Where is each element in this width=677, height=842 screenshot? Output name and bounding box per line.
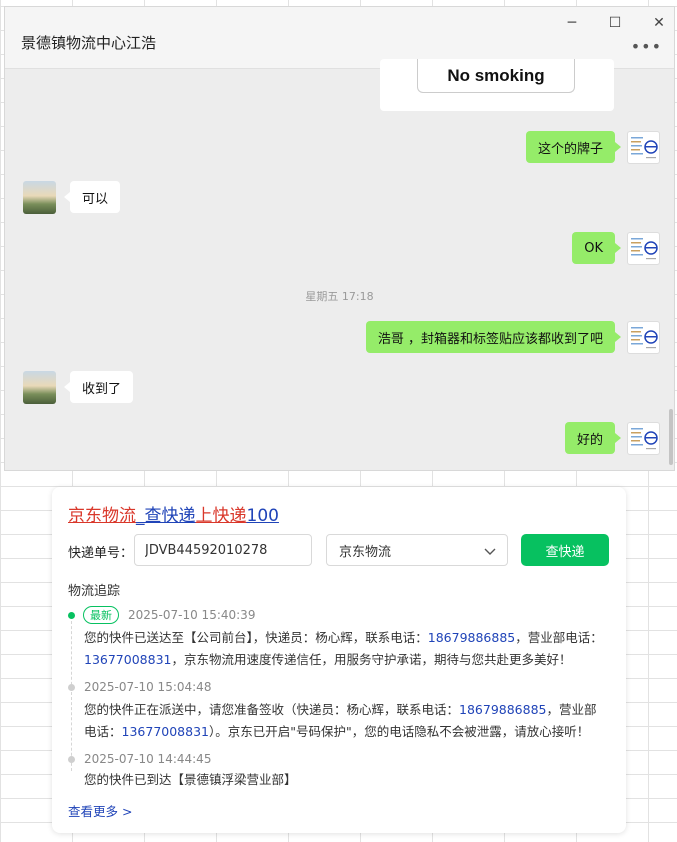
contact-avatar[interactable] xyxy=(23,371,56,404)
tracking-number-label: 快递单号： xyxy=(68,546,134,561)
event-description: 您的快件已送达至【公司前台】，快递员：杨心辉，联系电话：18679886885，… xyxy=(84,627,608,671)
event-description: 您的快件正在派送中，请您准备签收（快递员：杨心辉，联系电话：1867988688… xyxy=(84,699,608,743)
courier-phone-link[interactable]: 18679886885 xyxy=(459,702,546,717)
event-text: ）。京东已开启"号码保护"，您的电话隐私不会被泄露，请放心接听！ xyxy=(209,724,590,739)
tracking-number-input[interactable] xyxy=(134,534,312,566)
event-text: 您的快件正在派送中，请您准备签收（快递员：杨心辉，联系电话： xyxy=(84,702,460,717)
timeline-dot xyxy=(68,756,75,763)
more-options-icon[interactable]: ••• xyxy=(631,37,662,56)
message-bubble-self[interactable]: 这个的牌子 xyxy=(525,131,622,163)
chat-scrollbar[interactable] xyxy=(669,409,673,465)
title-part-jd[interactable]: 京东物流 xyxy=(68,506,136,526)
message-timestamp: 星期五 17:18 xyxy=(305,290,374,303)
title-part-100[interactable]: 100 xyxy=(247,506,279,526)
latest-badge: 最新 xyxy=(83,606,119,624)
chevron-down-icon xyxy=(484,548,496,555)
maximize-button[interactable]: ☐ xyxy=(603,11,627,35)
event-description: 您的快件已到达【景德镇浮梁营业部】 xyxy=(84,772,297,787)
courier-phone-link[interactable]: 18679886885 xyxy=(428,630,515,645)
minimize-button[interactable]: ─ xyxy=(560,11,584,35)
branch-phone-link[interactable]: 13677008831 xyxy=(122,724,209,739)
message-bubble-contact[interactable]: 收到了 xyxy=(63,371,134,403)
close-button[interactable]: ✕ xyxy=(647,11,671,35)
event-time: 2025-07-10 15:40:39 xyxy=(128,608,256,622)
event-time: 2025-07-10 14:44:45 xyxy=(84,752,212,766)
message-bubble-self[interactable]: OK xyxy=(572,232,621,264)
event-time: 2025-07-10 15:04:48 xyxy=(84,680,212,694)
courier-select[interactable]: 京东物流 xyxy=(326,534,508,566)
branch-phone-link[interactable]: 13677008831 xyxy=(84,652,171,667)
express-tracking-card: 京东物流_查快递上快递100 快递单号： 京东物流 查快递 物流追踪 最新 20… xyxy=(52,487,626,833)
no-smoking-sign: No smoking xyxy=(417,59,575,93)
image-message-card[interactable]: No smoking xyxy=(380,59,614,111)
chat-window: 景德镇物流中心江浩 ─ ☐ ✕ ••• No smoking 这个的牌子 可以 xyxy=(4,6,675,471)
timeline-dot xyxy=(68,684,75,691)
self-avatar[interactable] xyxy=(627,131,660,164)
title-part-shang[interactable]: 上 xyxy=(196,506,213,526)
message-bubble-self[interactable]: 好的 xyxy=(564,422,622,454)
title-part-query[interactable]: 查快递 xyxy=(145,506,196,526)
card-title[interactable]: 京东物流_查快递上快递100 xyxy=(68,501,279,526)
event-text: ，营业部电话： xyxy=(515,630,603,645)
chat-title: 景德镇物流中心江浩 xyxy=(21,34,157,52)
timeline-dot-latest xyxy=(68,612,75,619)
title-part-kuaidi[interactable]: 快递 xyxy=(213,506,247,526)
tracking-heading: 物流追踪 xyxy=(68,584,121,599)
self-avatar[interactable] xyxy=(627,232,660,265)
view-more-link[interactable]: 查看更多 > xyxy=(68,801,132,820)
event-text: ，京东物流用速度传递信任，用服务守护承诺，期待与您共赴更多美好！ xyxy=(171,652,572,667)
message-bubble-self[interactable]: 浩哥 ，封箱器和标签贴应该都收到了吧 xyxy=(365,321,622,353)
title-part-underscore[interactable]: _ xyxy=(136,506,145,526)
timeline-line xyxy=(71,621,72,771)
contact-avatar[interactable] xyxy=(23,181,56,214)
message-list: No smoking 这个的牌子 可以 OK 星期五 17:18 浩哥 ，封箱器… xyxy=(5,59,674,470)
self-avatar[interactable] xyxy=(627,422,660,455)
courier-select-value: 京东物流 xyxy=(339,544,392,560)
self-avatar[interactable] xyxy=(627,321,660,354)
message-bubble-contact[interactable]: 可以 xyxy=(63,181,121,213)
query-express-button[interactable]: 查快递 xyxy=(521,534,609,566)
event-text: 您的快件已送达至【公司前台】，快递员：杨心辉，联系电话： xyxy=(84,630,428,645)
